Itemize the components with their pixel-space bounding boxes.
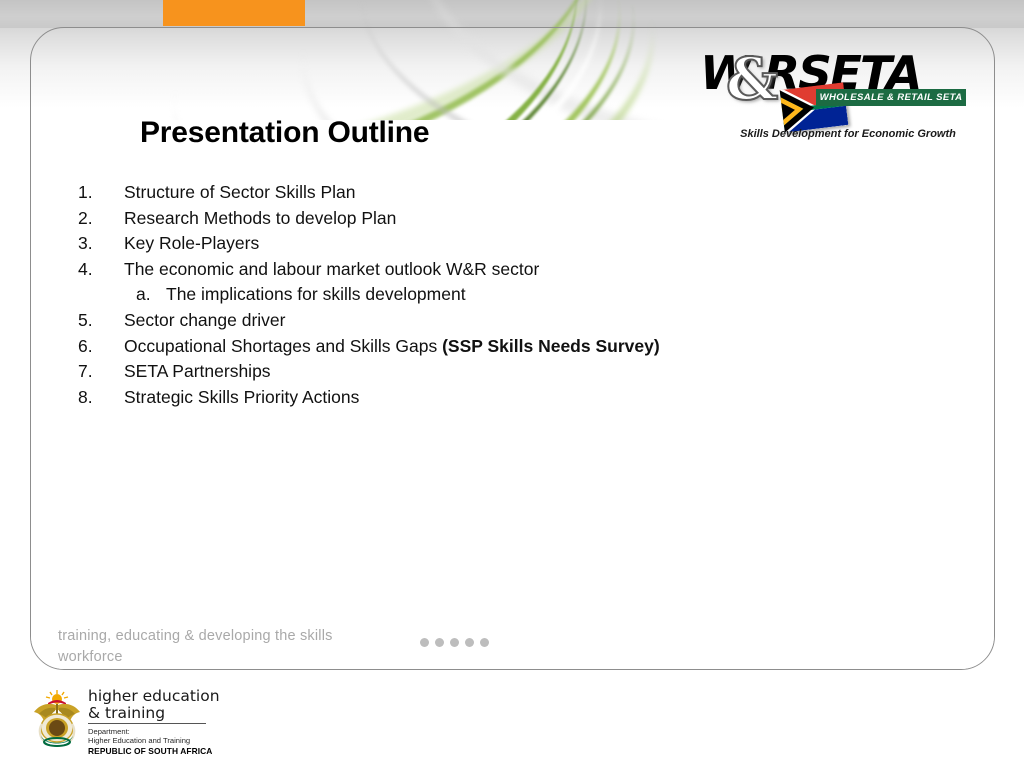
list-item-label: Research Methods to develop Plan bbox=[124, 207, 397, 228]
list-item-number: 5. bbox=[78, 309, 93, 330]
dot-icon bbox=[450, 638, 459, 647]
wrseta-ampersand: & bbox=[725, 45, 779, 113]
list-item-label: Sector change driver bbox=[124, 309, 286, 330]
list-item-number: 7. bbox=[78, 361, 93, 382]
footer-dot-indicators bbox=[420, 638, 489, 647]
list-item-label: SETA Partnerships bbox=[124, 361, 271, 382]
dot-icon bbox=[480, 638, 489, 647]
list-item-label: Strategic Skills Priority Actions bbox=[124, 386, 360, 407]
header-grey-strip bbox=[0, 0, 1024, 28]
slide-canvas: Presentation Outline 1. Structure of Sec… bbox=[0, 0, 1024, 768]
list-item-number: a. bbox=[136, 284, 151, 305]
dhet-logo-text: higher education & training Department: … bbox=[88, 688, 220, 756]
orange-accent-tab bbox=[163, 0, 305, 26]
list-item: 6. Occupational Shortages and Skills Gap… bbox=[78, 334, 878, 360]
dhet-department-name: Higher Education and Training bbox=[88, 736, 191, 746]
list-item-label: The economic and labour market outlook W… bbox=[124, 258, 540, 279]
list-item-number: 3. bbox=[78, 233, 93, 254]
list-item-sub: a. The implications for skills developme… bbox=[78, 282, 878, 308]
list-item-emphasis: (SSP Skills Needs Survey) bbox=[442, 335, 660, 356]
list-item-number: 6. bbox=[78, 335, 93, 356]
dot-icon bbox=[465, 638, 474, 647]
dhet-title-line1: higher education bbox=[88, 687, 220, 705]
list-item-number: 1. bbox=[78, 182, 93, 202]
list-item-number: 2. bbox=[78, 207, 93, 228]
list-item: 2. Research Methods to develop Plan bbox=[78, 206, 878, 232]
list-item: 5. Sector change driver bbox=[78, 308, 878, 334]
wrseta-tagline: Skills Development for Economic Growth bbox=[740, 128, 956, 140]
dot-icon bbox=[420, 638, 429, 647]
dot-icon bbox=[435, 638, 444, 647]
list-item: 4. The economic and labour market outloo… bbox=[78, 257, 878, 283]
list-item-number: 4. bbox=[78, 258, 93, 279]
list-item-label: Structure of Sector Skills Plan bbox=[124, 182, 356, 202]
dhet-country: REPUBLIC OF SOUTH AFRICA bbox=[88, 745, 213, 756]
dhet-title-line2: & training bbox=[88, 703, 166, 722]
wrseta-logo: W RSETA & WHOLESALE & RETAIL SETA Skills… bbox=[700, 44, 968, 148]
list-item: 3. Key Role-Players bbox=[78, 231, 878, 257]
page-title: Presentation Outline bbox=[140, 116, 430, 149]
list-item: 1. Structure of Sector Skills Plan bbox=[78, 180, 878, 206]
list-item-label: Key Role-Players bbox=[124, 233, 260, 254]
dhet-divider bbox=[88, 723, 206, 724]
list-item: 8. Strategic Skills Priority Actions bbox=[78, 385, 878, 411]
list-item-number: 8. bbox=[78, 386, 93, 407]
list-item-label: Occupational Shortages and Skills Gaps (… bbox=[124, 335, 660, 356]
presentation-outline-list: 1. Structure of Sector Skills Plan 2. Re… bbox=[78, 180, 878, 410]
list-item-label: The implications for skills development bbox=[166, 284, 466, 305]
wrseta-banner: WHOLESALE & RETAIL SETA bbox=[816, 89, 966, 106]
dhet-logo: higher education & training Department: … bbox=[30, 688, 260, 756]
dhet-department-label: Department: bbox=[88, 727, 130, 736]
south-africa-coat-of-arms-icon bbox=[34, 690, 80, 747]
wrseta-banner-text: WHOLESALE & RETAIL SETA bbox=[819, 92, 963, 103]
list-item: 7. SETA Partnerships bbox=[78, 359, 878, 385]
footer-tagline: training, educating & developing the ski… bbox=[58, 628, 333, 665]
